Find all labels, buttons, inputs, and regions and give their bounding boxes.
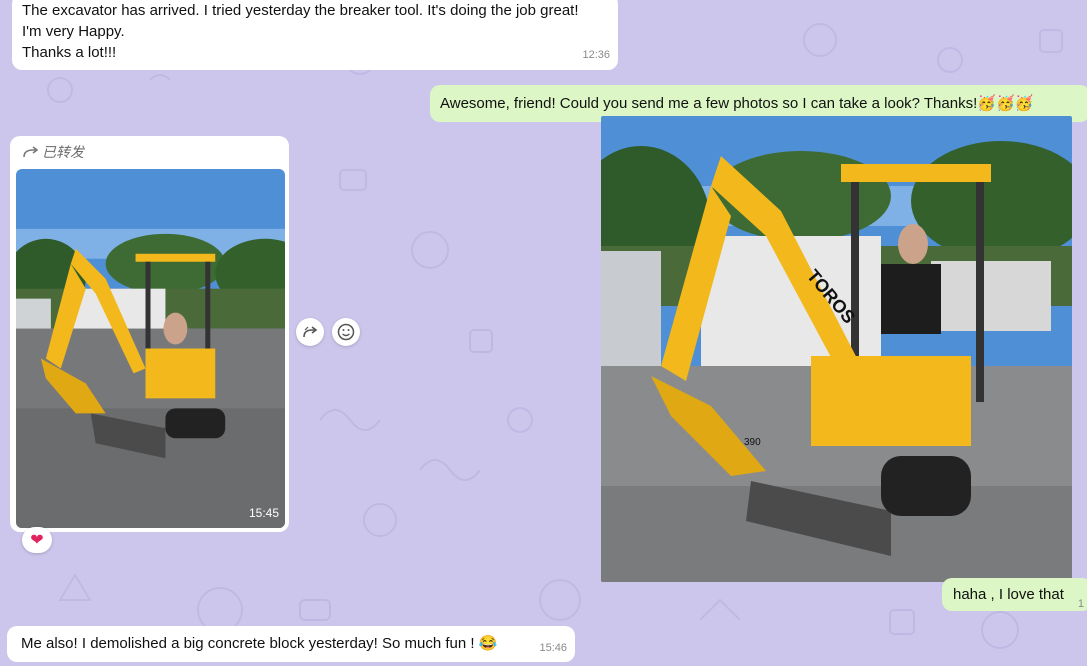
message-time: 12:36: [582, 49, 610, 61]
emoji-react-button[interactable]: [332, 318, 360, 346]
forward-small-icon: [22, 144, 40, 165]
message-text: The excavator has arrived. I tried yeste…: [22, 2, 579, 61]
forwarded-label: 已转发: [42, 145, 84, 161]
message-text: Me also! I demolished a big concrete blo…: [21, 635, 475, 652]
forwarded-photo-message[interactable]: 已转发 15:45: [10, 136, 289, 532]
heart-reaction[interactable]: ❤: [22, 527, 52, 553]
chat-background: The excavator has arrived. I tried yeste…: [0, 0, 1087, 666]
incoming-message-1[interactable]: The excavator has arrived. I tried yeste…: [12, 0, 618, 70]
excavator-photo-large[interactable]: TOROS 390: [601, 116, 1072, 582]
smiley-icon: [337, 323, 355, 341]
party-emoji: 🥳🥳🥳: [977, 95, 1034, 112]
model-text: 390: [744, 437, 761, 448]
message-text: Awesome, friend! Could you send me a few…: [440, 95, 978, 112]
message-text: haha , I love that: [953, 586, 1064, 603]
outgoing-message-5[interactable]: haha , I love that 1: [942, 578, 1087, 611]
excavator-photo-small[interactable]: 15:45: [16, 169, 285, 528]
incoming-message-6[interactable]: Me also! I demolished a big concrete blo…: [7, 626, 575, 662]
forward-icon: [303, 326, 318, 338]
message-time: 1: [1077, 598, 1084, 610]
photo-time: 15:45: [248, 506, 279, 520]
laughing-emoji: 😂: [478, 635, 498, 652]
heart-icon: ❤: [30, 532, 44, 549]
forward-button[interactable]: [296, 318, 324, 346]
message-time: 15:46: [539, 642, 567, 654]
